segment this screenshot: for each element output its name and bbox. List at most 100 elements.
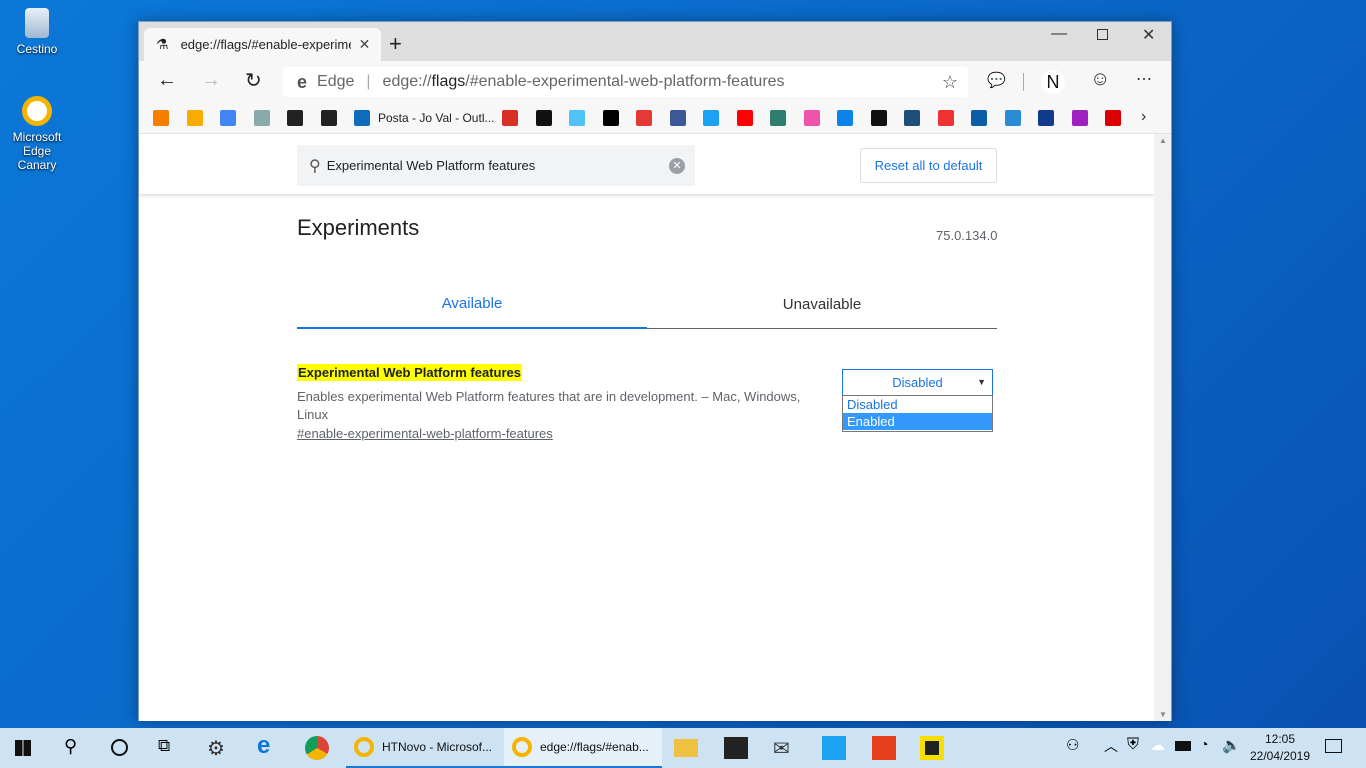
bookmark-facebook[interactable] — [669, 110, 686, 126]
flask-icon: ⚗ — [156, 36, 169, 52]
browser-tab[interactable]: ⚗ edge://flags/#enable-experiment ✕ — [144, 28, 381, 61]
task-view-icon[interactable]: ⧉ — [158, 736, 182, 760]
defender-shield-icon[interactable]: ⛨ — [1127, 736, 1151, 760]
bookmark-s[interactable] — [1038, 110, 1054, 126]
close-window-button[interactable]: ✕ — [1142, 25, 1155, 45]
tab-available[interactable]: Available — [297, 284, 647, 329]
page-title: Experiments — [297, 215, 420, 240]
bookmark-on[interactable] — [770, 110, 786, 126]
file-explorer-icon[interactable] — [674, 739, 698, 757]
recycle-bin-icon — [25, 8, 49, 38]
bookmark-n[interactable] — [535, 110, 552, 126]
feedback-icon[interactable]: 💬 — [987, 71, 1006, 89]
edge-icon[interactable]: e — [257, 732, 281, 759]
t-icon — [636, 110, 652, 126]
forward-button[interactable]: → — [201, 69, 221, 92]
wifi-icon[interactable]: ◔ — [1200, 736, 1224, 760]
edge-logo-icon: e — [297, 71, 308, 92]
start-windows-icon[interactable] — [15, 740, 31, 756]
store-icon[interactable] — [724, 737, 748, 759]
scroll-up-icon[interactable]: ▲ — [1159, 136, 1167, 145]
bookmark-store[interactable] — [253, 110, 270, 126]
bookmark-blogger[interactable] — [153, 110, 169, 126]
edge-canary-icon — [354, 737, 374, 757]
clear-search-icon[interactable]: ✕ — [669, 157, 685, 174]
bookmark-w-logo[interactable] — [803, 110, 820, 126]
more-menu-icon[interactable]: ⋯ — [1136, 69, 1152, 89]
amazon-icon — [287, 110, 303, 126]
bookmark-amazon[interactable] — [287, 110, 303, 126]
action-center-icon[interactable] — [1325, 739, 1342, 753]
bookmark-outlook[interactable]: Posta - Jo Val - Outl... — [354, 110, 494, 126]
o-icon — [971, 110, 987, 126]
bookmark-t[interactable] — [636, 110, 652, 126]
favorite-star-icon[interactable]: ☆ — [942, 72, 958, 93]
sticky-notes-icon[interactable] — [920, 736, 944, 760]
bookmarks-more-chevron-icon[interactable]: › — [1141, 108, 1146, 126]
new-tab-button[interactable]: + — [389, 31, 402, 57]
flag-state-select[interactable]: Disabled ▼ — [842, 369, 993, 396]
cortana-icon[interactable] — [111, 739, 128, 756]
smiley-feedback-icon[interactable]: ☺ — [1090, 68, 1110, 91]
bookmark-gmail[interactable] — [502, 110, 518, 126]
reset-all-button[interactable]: Reset all to default — [860, 148, 997, 183]
battery-icon[interactable] — [1175, 741, 1191, 751]
people-icon[interactable]: ⚇ — [1066, 736, 1090, 760]
bookmark-w[interactable] — [602, 110, 619, 126]
flags-search-input[interactable]: ⚲ Experimental Web Platform features ✕ — [297, 145, 695, 186]
close-tab-icon[interactable]: ✕ — [359, 36, 371, 53]
v-icon — [320, 110, 337, 126]
twitter-icon[interactable] — [822, 736, 846, 760]
address-bar[interactable]: e Edge | edge://flags/#enable-experiment… — [283, 67, 968, 97]
chrome-icon[interactable] — [305, 736, 329, 760]
show-hidden-icons-chevron[interactable]: ︿ — [1104, 736, 1128, 760]
flag-item: Experimental Web Platform features Enabl… — [297, 364, 817, 441]
desktop-icon-edge-canary[interactable]: Microsoft Edge Canary — [2, 96, 72, 172]
taskbar-app-edge-flags[interactable]: edge://flags/#enab... — [504, 728, 662, 768]
youtube-icon — [736, 110, 753, 126]
office-icon[interactable] — [872, 736, 896, 760]
mail-icon[interactable]: ✉ — [773, 736, 797, 760]
bookmark-t-color[interactable] — [937, 110, 954, 126]
itpro-icon — [1004, 110, 1021, 126]
desktop-icon-recycle-bin[interactable]: Cestino — [2, 8, 72, 56]
flag-permalink[interactable]: #enable-experimental-web-platform-featur… — [297, 426, 817, 441]
tab-unavailable[interactable]: Unavailable — [647, 284, 997, 329]
clock[interactable]: 12:05 22/04/2019 — [1240, 731, 1320, 765]
bookmark-circle-n[interactable] — [904, 110, 920, 126]
bookmark-v-triangle[interactable] — [1071, 110, 1088, 126]
bookmark-chevron[interactable] — [870, 110, 887, 126]
w-icon — [602, 110, 619, 126]
v-triangle-icon — [1071, 110, 1088, 126]
option-disabled[interactable]: Disabled — [843, 396, 992, 413]
bookmark-ztnet[interactable] — [1105, 110, 1121, 126]
settings-gear-icon[interactable]: ⚙ — [207, 736, 231, 760]
taskbar: ⚲ ⧉ ⚙ e HTNovo - Microsof... edge://flag… — [0, 728, 1366, 768]
bookmark-hd[interactable] — [569, 110, 585, 126]
outlook-icon — [354, 110, 370, 126]
option-enabled[interactable]: Enabled — [843, 413, 992, 430]
bookmark-windows[interactable] — [837, 110, 853, 126]
bookmark-analytics[interactable] — [186, 110, 203, 126]
google-ads-icon — [220, 110, 236, 126]
bookmark-itpro[interactable] — [1004, 110, 1021, 126]
refresh-button[interactable]: ↻ — [245, 68, 262, 93]
bookmark-google-ads[interactable] — [220, 110, 236, 126]
taskbar-app-htnovo[interactable]: HTNovo - Microsof... — [346, 728, 504, 768]
bookmark-twitter[interactable] — [703, 110, 719, 126]
maximize-button[interactable] — [1097, 29, 1108, 40]
bookmark-youtube[interactable] — [736, 110, 753, 126]
onedrive-icon[interactable]: ☁ — [1150, 736, 1174, 760]
back-button[interactable]: ← — [157, 69, 177, 92]
minimize-button[interactable]: — — [1051, 25, 1067, 43]
version-label: 75.0.134.0 — [936, 228, 998, 243]
flags-page: ⚲ Experimental Web Platform features ✕ R… — [139, 134, 1155, 721]
vertical-scrollbar[interactable]: ▲ ▼ — [1154, 134, 1171, 721]
gmail-icon — [502, 110, 518, 126]
bookmark-v[interactable] — [320, 110, 337, 126]
profile-avatar[interactable]: N — [1041, 70, 1065, 94]
browser-window: ⚗ edge://flags/#enable-experiment ✕ + — … — [138, 21, 1172, 721]
search-icon[interactable]: ⚲ — [64, 736, 88, 760]
scroll-down-icon[interactable]: ▼ — [1159, 710, 1167, 719]
bookmark-o[interactable] — [971, 110, 987, 126]
